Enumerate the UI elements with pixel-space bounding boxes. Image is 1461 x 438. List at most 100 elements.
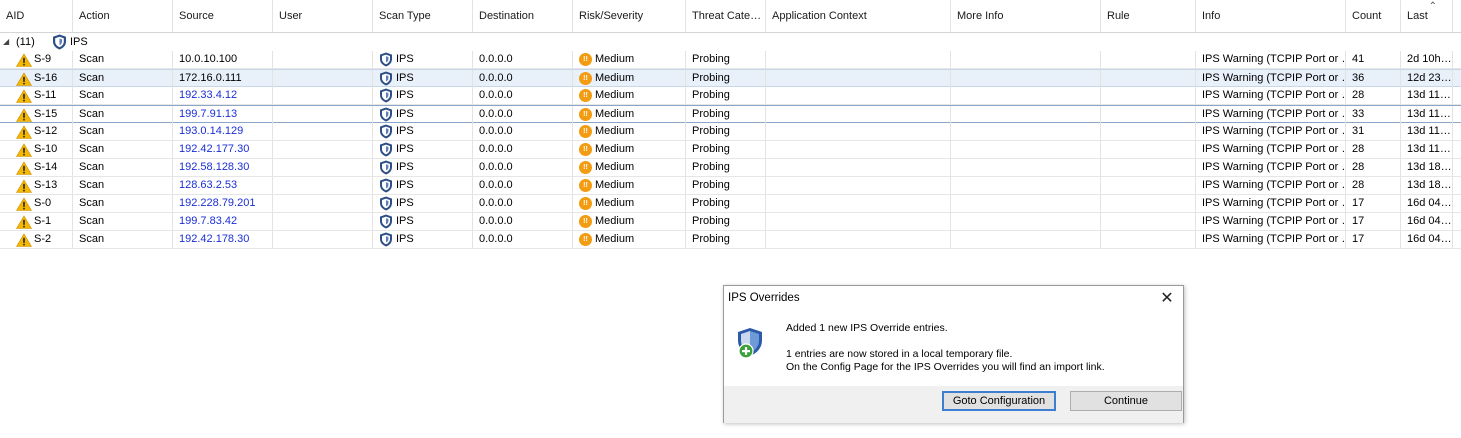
continue-button[interactable]: Continue — [1070, 391, 1182, 411]
warning-icon — [16, 72, 32, 86]
shield-icon — [380, 160, 392, 175]
warning-icon — [16, 161, 32, 175]
col-header-aid[interactable]: AID — [0, 0, 73, 32]
cell-action: Scan — [73, 141, 173, 158]
table-row[interactable]: S-1 Scan 199.7.83.42 IPS 0.0.0.0!! Medium Prob… — [0, 213, 1461, 231]
cell-threat-category: Probing — [686, 213, 766, 230]
col-header-risk-severity[interactable]: Risk/Severity — [573, 0, 686, 32]
cell-threat-category: Probing — [686, 141, 766, 158]
col-header-count[interactable]: Count — [1346, 0, 1401, 32]
cell-threat-category: Probing — [686, 177, 766, 194]
scan-type-text: IPS — [396, 233, 414, 245]
cell-risk-severity: !! Medium — [573, 177, 686, 194]
table-row[interactable]: S-0 Scan 192.228.79.201 IPS 0.0.0.0!! Medium P… — [0, 195, 1461, 213]
cell-risk-severity: !! Medium — [573, 195, 686, 212]
medium-severity-icon: !! — [579, 108, 592, 121]
warning-icon — [16, 197, 32, 211]
cell-count: 28 — [1346, 177, 1401, 194]
cell-more-info — [951, 87, 1101, 104]
col-header-rule[interactable]: Rule — [1101, 0, 1196, 32]
cell-source: 172.16.0.111 — [173, 70, 273, 87]
scan-type-text: IPS — [396, 125, 414, 137]
table-row[interactable]: S-11 Scan 192.33.4.12 IPS 0.0.0.0!! Medium Pro… — [0, 87, 1461, 105]
goto-configuration-button[interactable]: Goto Configuration — [942, 391, 1056, 411]
cell-rule — [1101, 195, 1196, 212]
cell-aid: S-11 — [0, 87, 73, 104]
cell-source: 193.0.14.129 — [173, 123, 273, 140]
cell-last: 16d 04… — [1401, 231, 1453, 248]
col-header-last[interactable]: Last — [1401, 0, 1453, 32]
severity-text: Medium — [595, 143, 635, 155]
shield-icon — [380, 232, 392, 247]
table-row[interactable]: S-14 Scan 192.58.128.30 IPS 0.0.0.0!! Medium P… — [0, 159, 1461, 177]
col-header-destination[interactable]: Destination — [473, 0, 573, 32]
col-header-info[interactable]: Info — [1196, 0, 1346, 32]
cell-risk-severity: !! Medium — [573, 106, 686, 123]
table-row[interactable]: S-12 Scan 193.0.14.129 IPS 0.0.0.0!! Medium Pr… — [0, 123, 1461, 141]
group-row-ips[interactable]: ◢ (11) IPS — [0, 33, 1461, 51]
cell-application-context — [766, 213, 951, 230]
cell-scan-type: IPS — [373, 159, 473, 176]
severity-text: Medium — [595, 197, 635, 209]
col-header-more-info[interactable]: More Info — [951, 0, 1101, 32]
sort-ascending-icon: ⌃ — [1428, 1, 1437, 12]
cell-last: 13d 18… — [1401, 159, 1453, 176]
warning-icon — [16, 108, 32, 122]
scan-type-text: IPS — [396, 89, 414, 101]
shield-icon — [380, 88, 392, 103]
shield-icon — [380, 71, 392, 86]
cell-destination: 0.0.0.0 — [473, 213, 573, 230]
col-header-scan-type[interactable]: Scan Type — [373, 0, 473, 32]
cell-destination: 0.0.0.0 — [473, 106, 573, 123]
group-label: IPS — [70, 36, 88, 48]
cell-threat-category: Probing — [686, 51, 766, 68]
cell-more-info — [951, 141, 1101, 158]
cell-application-context — [766, 195, 951, 212]
cell-application-context — [766, 231, 951, 248]
cell-scan-type: IPS — [373, 51, 473, 68]
dialog-titlebar[interactable]: IPS Overrides ✕ — [724, 286, 1183, 312]
column-header-row: AID Action Source User Scan Type Destina… — [0, 0, 1461, 33]
col-header-source[interactable]: Source — [173, 0, 273, 32]
cell-risk-severity: !! Medium — [573, 159, 686, 176]
col-header-application-context[interactable]: Application Context — [766, 0, 951, 32]
dialog-message-line2: 1 entries are now stored in a local temp… — [786, 348, 1013, 360]
cell-info: IPS Warning (TCPIP Port or … — [1196, 70, 1346, 87]
aid-text: S-10 — [34, 143, 58, 155]
cell-source: 192.33.4.12 — [173, 87, 273, 104]
col-header-user[interactable]: User — [273, 0, 373, 32]
cell-more-info — [951, 51, 1101, 68]
cell-threat-category: Probing — [686, 159, 766, 176]
col-header-action[interactable]: Action — [73, 0, 173, 32]
cell-application-context — [766, 87, 951, 104]
shield-icon — [380, 142, 392, 157]
cell-info: IPS Warning (TCPIP Port or … — [1196, 141, 1346, 158]
cell-risk-severity: !! Medium — [573, 123, 686, 140]
warning-icon — [16, 215, 32, 229]
col-header-threat-category[interactable]: Threat Cate… — [686, 0, 766, 32]
cell-risk-severity: !! Medium — [573, 213, 686, 230]
table-row[interactable]: S-10 Scan 192.42.177.30 IPS 0.0.0.0!! Medium P… — [0, 141, 1461, 159]
cell-scan-type: IPS — [373, 213, 473, 230]
shield-icon — [380, 107, 392, 122]
cell-risk-severity: !! Medium — [573, 141, 686, 158]
table-row[interactable]: S-15 Scan 199.7.91.13 IPS 0.0.0.0!! Medium Pro… — [0, 105, 1461, 123]
table-row[interactable]: S-9 Scan 10.0.10.100 IPS 0.0.0.0!! Medium Prob… — [0, 51, 1461, 69]
cell-info: IPS Warning (TCPIP Port or … — [1196, 195, 1346, 212]
medium-severity-icon: !! — [579, 179, 592, 192]
cell-last: 16d 04… — [1401, 213, 1453, 230]
cell-aid: S-2 — [0, 231, 73, 248]
table-row[interactable]: S-16 Scan 172.16.0.111 IPS 0.0.0.0!! Medium Pr… — [0, 69, 1461, 87]
medium-severity-icon: !! — [579, 143, 592, 156]
aid-text: S-11 — [34, 89, 57, 101]
shield-icon — [380, 124, 392, 139]
dialog-title: IPS Overrides — [728, 292, 800, 304]
cell-user — [273, 231, 373, 248]
cell-source: 192.42.178.30 — [173, 231, 273, 248]
table-row[interactable]: S-2 Scan 192.42.178.30 IPS 0.0.0.0!! Medium Pr… — [0, 231, 1461, 249]
cell-application-context — [766, 123, 951, 140]
table-row[interactable]: S-13 Scan 128.63.2.53 IPS 0.0.0.0!! Medium Pro… — [0, 177, 1461, 195]
medium-severity-icon: !! — [579, 89, 592, 102]
collapse-triangle-icon[interactable]: ◢ — [3, 33, 9, 51]
close-icon[interactable]: ✕ — [1157, 289, 1177, 309]
